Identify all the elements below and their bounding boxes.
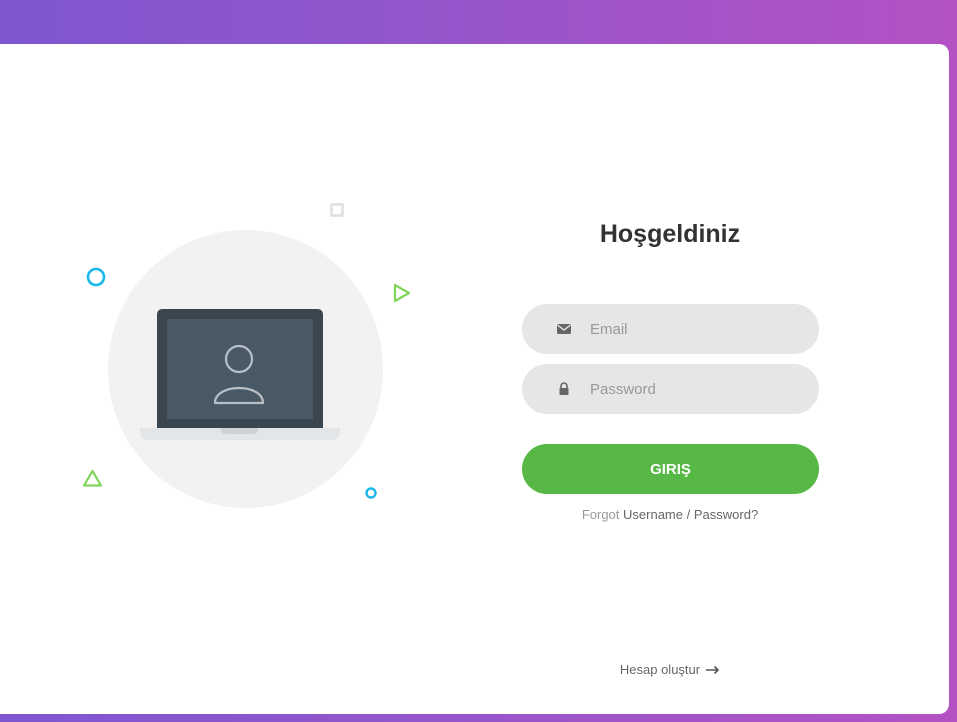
circle-decoration-icon	[86, 267, 106, 287]
forgot-prefix: Forgot	[581, 507, 620, 522]
email-field-wrapper[interactable]	[522, 304, 819, 354]
create-account-label: Hesap oluştur	[619, 662, 701, 677]
forgot-username-link[interactable]: Username	[623, 507, 683, 522]
laptop-icon	[157, 309, 323, 429]
forgot-separator: /	[686, 507, 691, 522]
forgot-text: Forgot Username / Password?	[520, 507, 820, 522]
envelope-icon	[557, 324, 571, 334]
small-circle-decoration-icon	[365, 487, 377, 499]
arrow-right-icon	[706, 665, 720, 674]
password-input[interactable]	[590, 364, 800, 414]
square-decoration-icon	[330, 203, 344, 217]
email-input[interactable]	[590, 304, 800, 354]
password-field-wrapper[interactable]	[522, 364, 819, 414]
laptop-notch	[221, 428, 258, 434]
forgot-password-link[interactable]: Password?	[694, 507, 758, 522]
triangle-up-decoration-icon	[82, 469, 103, 487]
triangle-right-decoration-icon	[393, 283, 411, 303]
login-card: Hoşgeldiniz GIRIŞ Forgot Username / Pass…	[0, 44, 949, 714]
page-title: Hoşgeldiniz	[599, 220, 741, 248]
login-button[interactable]: GIRIŞ	[522, 444, 819, 494]
user-icon	[213, 344, 265, 405]
create-account-link[interactable]: Hesap oluştur	[600, 662, 740, 677]
lock-icon	[559, 382, 569, 395]
laptop-screen	[167, 319, 313, 419]
